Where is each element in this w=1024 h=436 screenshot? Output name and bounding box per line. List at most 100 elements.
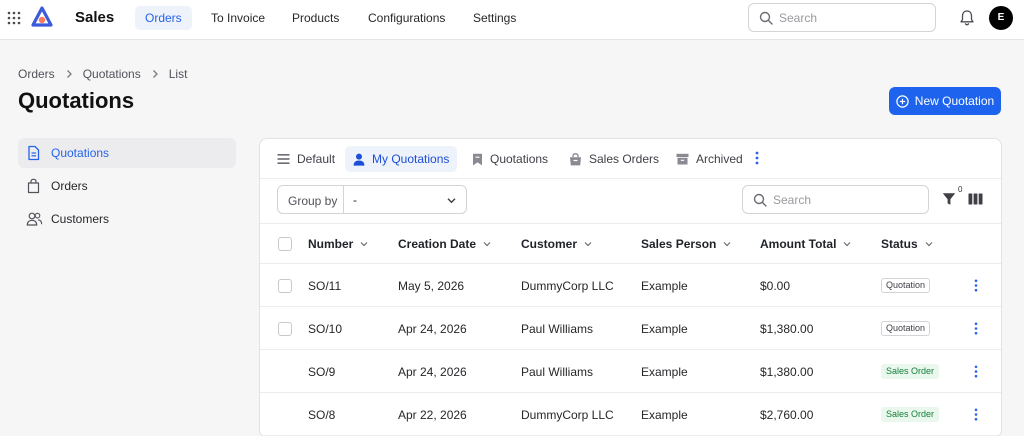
- cell-customer: Paul Williams: [521, 322, 594, 336]
- list-icon: [277, 153, 290, 165]
- cell-amount-total: $2,760.00: [760, 408, 814, 422]
- nav-orders[interactable]: Orders: [135, 6, 192, 30]
- table-row[interactable]: SO/11 May 5, 2026 DummyCorp LLC Example …: [260, 264, 1001, 307]
- column-header-status[interactable]: Status: [881, 237, 934, 251]
- column-header-amount-total[interactable]: Amount Total: [760, 237, 852, 251]
- row-actions-icon[interactable]: [974, 408, 978, 421]
- column-header-label: Amount Total: [760, 237, 837, 251]
- nav-settings[interactable]: Settings: [463, 6, 526, 30]
- sidebar-item-quotations[interactable]: Quotations: [18, 138, 236, 168]
- chevron-right-icon: [64, 69, 74, 79]
- tab-archived[interactable]: Archived: [668, 146, 751, 172]
- nav-to-invoice[interactable]: To Invoice: [201, 6, 275, 30]
- group-by-select[interactable]: Group by -: [277, 185, 467, 214]
- app-logo-icon: [31, 6, 53, 28]
- cell-creation-date: Apr 24, 2026: [398, 322, 467, 336]
- cell-sales-person: Example: [641, 279, 688, 293]
- document-icon: [26, 145, 41, 161]
- cell-number: SO/9: [308, 365, 336, 379]
- chevron-down-icon: [359, 239, 369, 249]
- global-search[interactable]: [748, 3, 936, 32]
- sidebar-item-orders[interactable]: Orders: [18, 171, 236, 201]
- plus-circle-icon: [896, 94, 909, 108]
- select-all-checkbox[interactable]: [278, 237, 292, 251]
- group-by-label: Group by: [288, 194, 338, 208]
- column-header-label: Sales Person: [641, 237, 717, 251]
- search-icon: [759, 11, 773, 25]
- bookmark-icon: [472, 153, 483, 166]
- more-views-icon[interactable]: [755, 151, 759, 165]
- table-search-input[interactable]: [773, 191, 923, 209]
- tab-default[interactable]: Default: [269, 146, 343, 172]
- tab-label: My Quotations: [372, 152, 450, 166]
- cell-creation-date: Apr 22, 2026: [398, 408, 467, 422]
- cell-creation-date: May 5, 2026: [398, 279, 465, 293]
- sidebar-item-label: Orders: [51, 179, 88, 193]
- chevron-down-icon: [722, 239, 732, 249]
- row-actions-icon[interactable]: [974, 322, 978, 335]
- table-search[interactable]: [742, 185, 929, 214]
- quotations-list-card: Default My Quotations Quotations Sales O…: [259, 138, 1002, 436]
- tab-label: Quotations: [490, 152, 549, 166]
- tab-label: Archived: [696, 152, 743, 166]
- table-row[interactable]: SO/9 Apr 24, 2026 Paul Williams Example …: [260, 350, 1001, 393]
- sidebar-item-customers[interactable]: Customers: [18, 204, 236, 234]
- column-header-sales-person[interactable]: Sales Person: [641, 237, 732, 251]
- breadcrumb-quotations[interactable]: Quotations: [83, 67, 141, 81]
- breadcrumb-list: List: [168, 67, 188, 81]
- shopping-bag-icon: [26, 178, 41, 194]
- cell-customer: DummyCorp LLC: [521, 279, 614, 293]
- user-icon: [353, 153, 365, 166]
- cell-customer: DummyCorp LLC: [521, 408, 614, 422]
- cell-number: SO/11: [308, 279, 342, 293]
- cell-sales-person: Example: [641, 322, 688, 336]
- apps-grid-icon[interactable]: [6, 10, 22, 26]
- column-header-creation-date[interactable]: Creation Date: [398, 237, 492, 251]
- status-badge: Quotation: [881, 321, 931, 336]
- tab-quotations[interactable]: Quotations: [464, 146, 556, 172]
- cell-number: SO/10: [308, 322, 343, 336]
- cell-sales-person: Example: [641, 365, 688, 379]
- status-badge: Quotation: [881, 278, 931, 293]
- status-badge: Sales Order: [881, 407, 940, 422]
- columns-icon[interactable]: [968, 193, 983, 205]
- tab-label: Sales Orders: [589, 152, 660, 166]
- new-quotation-button[interactable]: New Quotation: [889, 87, 1001, 115]
- user-avatar[interactable]: E: [989, 6, 1013, 30]
- sidebar-item-label: Customers: [51, 212, 110, 226]
- tab-my-quotations[interactable]: My Quotations: [345, 146, 458, 172]
- cell-customer: Paul Williams: [521, 365, 594, 379]
- column-header-label: Customer: [521, 237, 578, 251]
- cell-amount-total: $0.00: [760, 279, 791, 293]
- group-by-value: -: [353, 193, 357, 207]
- tab-sales-orders[interactable]: Sales Orders: [561, 146, 667, 172]
- row-checkbox[interactable]: [278, 279, 292, 293]
- table-row[interactable]: SO/10 Apr 24, 2026 Paul Williams Example…: [260, 307, 1001, 350]
- row-actions-icon[interactable]: [974, 279, 978, 292]
- notifications-bell-icon[interactable]: [959, 9, 975, 26]
- global-search-input[interactable]: [779, 9, 929, 27]
- nav-products[interactable]: Products: [282, 6, 349, 30]
- column-header-customer[interactable]: Customer: [521, 237, 593, 251]
- breadcrumb-orders[interactable]: Orders: [18, 67, 55, 81]
- table-header: Number Creation Date Customer Sales Pers…: [260, 224, 1001, 264]
- cell-sales-person: Example: [641, 408, 688, 422]
- chevron-down-icon: [842, 239, 852, 249]
- filter-count-badge: 0: [958, 185, 963, 194]
- bag-icon: [569, 152, 582, 166]
- column-header-label: Number: [308, 237, 354, 251]
- table-row[interactable]: SO/8 Apr 22, 2026 DummyCorp LLC Example …: [260, 393, 1001, 436]
- sidebar-item-label: Quotations: [51, 146, 110, 160]
- archive-icon: [676, 153, 689, 165]
- column-header-label: Creation Date: [398, 237, 477, 251]
- row-actions-icon[interactable]: [974, 365, 978, 378]
- status-badge: Sales Order: [881, 364, 940, 379]
- column-header-number[interactable]: Number: [308, 237, 369, 251]
- filter-icon[interactable]: [942, 192, 956, 206]
- row-checkbox[interactable]: [278, 322, 292, 336]
- chevron-down-icon: [482, 239, 492, 249]
- group-by-divider: [343, 186, 344, 213]
- page-title: Quotations: [18, 88, 135, 113]
- cell-amount-total: $1,380.00: [760, 322, 814, 336]
- nav-configurations[interactable]: Configurations: [358, 6, 455, 30]
